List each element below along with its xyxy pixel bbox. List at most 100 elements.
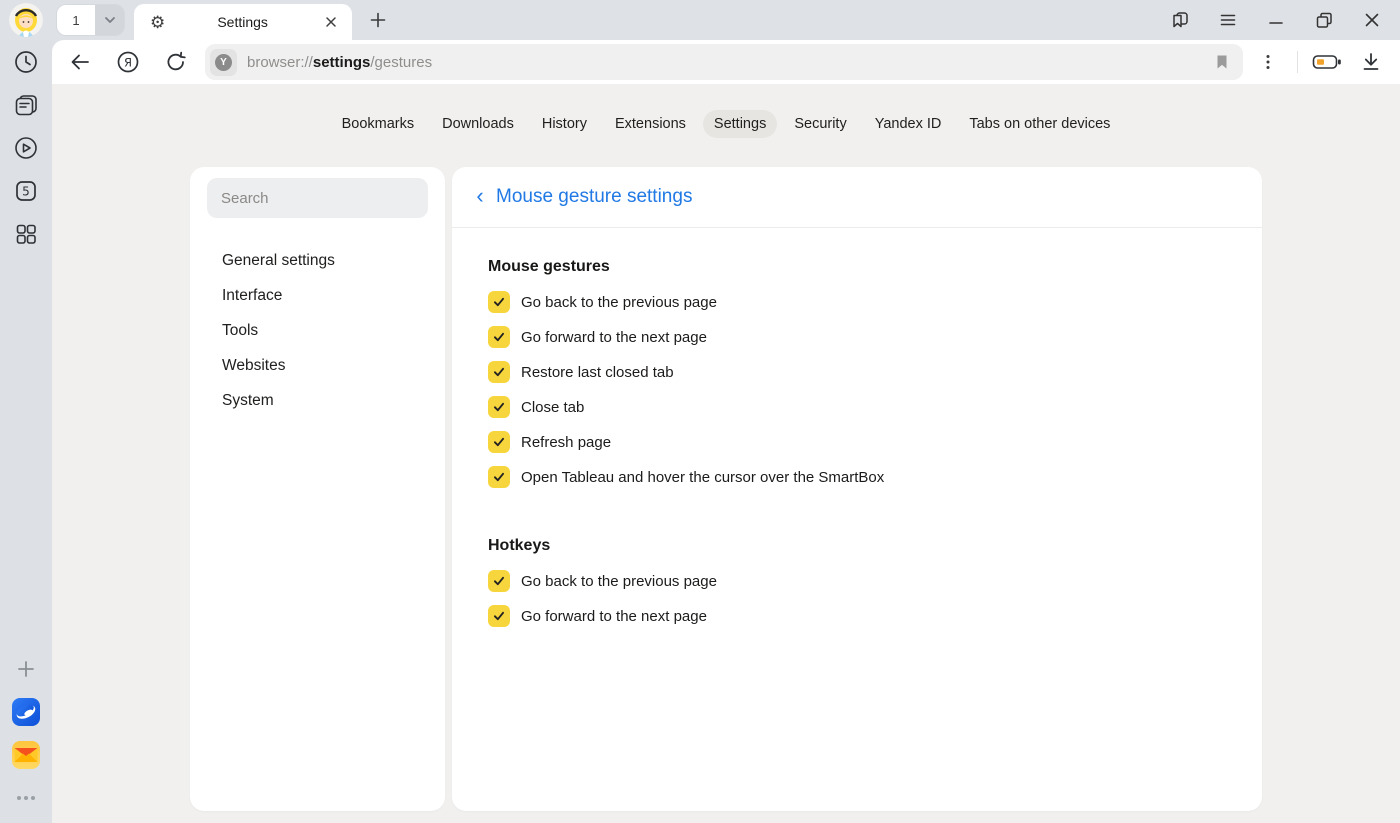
page-title: Mouse gesture settings xyxy=(496,186,692,208)
settings-page: Bookmarks Downloads History Extensions S… xyxy=(52,84,1400,823)
search-input[interactable] xyxy=(207,178,428,218)
url-text: browser://settings/gestures xyxy=(247,54,1213,71)
check-icon xyxy=(492,295,506,309)
feed-cards-icon xyxy=(13,92,39,118)
bookmarks-panel-icon xyxy=(1169,9,1191,31)
nav-tab-history[interactable]: History xyxy=(531,110,598,138)
clock-icon xyxy=(13,49,39,75)
address-bar[interactable]: Y browser://settings/gestures xyxy=(205,44,1243,80)
avatar-girl-icon xyxy=(9,3,43,37)
tab-count-button[interactable]: 1 xyxy=(57,5,95,35)
check-icon xyxy=(492,365,506,379)
url-host: settings xyxy=(313,54,371,71)
gesture-row-close-tab[interactable]: Close tab xyxy=(488,396,1226,418)
yandex-ya-circle-icon: Я xyxy=(116,50,140,74)
video-button[interactable] xyxy=(11,133,41,163)
check-icon xyxy=(492,470,506,484)
gesture-row-go-back[interactable]: Go back to the previous page xyxy=(488,291,1226,313)
settings-nav-tabs: Bookmarks Downloads History Extensions S… xyxy=(52,110,1400,138)
tab-counter-icon: 5 xyxy=(13,178,39,204)
nav-tab-bookmarks[interactable]: Bookmarks xyxy=(331,110,426,138)
browser-tab-settings[interactable]: ⚙ Settings xyxy=(134,4,352,40)
maximize-button[interactable] xyxy=(1308,4,1340,36)
sidebar-item-system[interactable]: System xyxy=(207,384,428,419)
checkbox-checked[interactable] xyxy=(488,466,510,488)
new-tab-button[interactable] xyxy=(364,6,392,34)
checkbox-label: Go forward to the next page xyxy=(521,608,707,625)
nav-tab-extensions[interactable]: Extensions xyxy=(604,110,697,138)
nav-tab-settings[interactable]: Settings xyxy=(703,110,777,138)
checkbox-checked[interactable] xyxy=(488,361,510,383)
yandex-search-button[interactable]: Я xyxy=(113,47,143,77)
checkbox-label: Go forward to the next page xyxy=(521,329,707,346)
downloads-button[interactable] xyxy=(1356,47,1386,77)
checkbox-checked[interactable] xyxy=(488,326,510,348)
battery-saver-button[interactable] xyxy=(1312,47,1342,77)
tabs-button[interactable]: 5 xyxy=(11,176,41,206)
sidebar-item-general-settings[interactable]: General settings xyxy=(207,244,428,279)
close-window-button[interactable] xyxy=(1356,4,1388,36)
ellipsis-icon xyxy=(15,794,37,802)
tab-close-button[interactable] xyxy=(320,11,342,33)
site-badge: Y xyxy=(210,49,237,76)
checkbox-label: Go back to the previous page xyxy=(521,573,717,590)
browser-menu-button[interactable] xyxy=(1212,4,1244,36)
checkbox-label: Open Tableau and hover the cursor over t… xyxy=(521,469,884,486)
svg-text:5: 5 xyxy=(22,185,30,199)
sidebar-item-interface[interactable]: Interface xyxy=(207,279,428,314)
hotkey-row-go-back[interactable]: Go back to the previous page xyxy=(488,570,1226,592)
bookmark-page-button[interactable] xyxy=(1213,53,1231,71)
tab-group-pill: 1 xyxy=(57,5,124,35)
more-panels-button[interactable] xyxy=(11,783,41,813)
page-actions-button[interactable] xyxy=(1253,47,1283,77)
checkbox-label: Refresh page xyxy=(521,434,611,451)
svg-text:Я: Я xyxy=(124,55,132,69)
yandex-mail-app-button[interactable] xyxy=(11,740,41,770)
tab-list-chevron-button[interactable] xyxy=(95,5,124,35)
profile-avatar[interactable] xyxy=(9,3,43,37)
gesture-row-go-forward[interactable]: Go forward to the next page xyxy=(488,326,1226,348)
back-to-settings-button[interactable]: ‹ xyxy=(468,185,492,209)
nav-tab-yandex-id[interactable]: Yandex ID xyxy=(864,110,953,138)
checkbox-checked[interactable] xyxy=(488,431,510,453)
gesture-row-open-tableau[interactable]: Open Tableau and hover the cursor over t… xyxy=(488,466,1226,488)
nav-tab-other-devices[interactable]: Tabs on other devices xyxy=(958,110,1121,138)
mouse-gestures-panel: ‹ Mouse gesture settings Mouse gestures … xyxy=(452,167,1262,811)
hamburger-menu-icon xyxy=(1218,10,1238,30)
play-circle-icon xyxy=(13,135,39,161)
back-button[interactable] xyxy=(65,47,95,77)
yandex-browser-app-button[interactable] xyxy=(11,697,41,727)
reload-button[interactable] xyxy=(161,47,191,77)
checkbox-checked[interactable] xyxy=(488,605,510,627)
minimize-button[interactable] xyxy=(1260,4,1292,36)
gesture-row-restore-tab[interactable]: Restore last closed tab xyxy=(488,361,1226,383)
sidebar-item-tools[interactable]: Tools xyxy=(207,314,428,349)
bookmarks-panel-button[interactable] xyxy=(1164,4,1196,36)
nav-tab-security[interactable]: Security xyxy=(783,110,857,138)
left-rail: 5 xyxy=(0,40,52,823)
settings-sidebar: General settings Interface Tools Website… xyxy=(190,167,445,811)
checkbox-checked[interactable] xyxy=(488,291,510,313)
nav-tab-downloads[interactable]: Downloads xyxy=(431,110,525,138)
minimize-icon xyxy=(1266,10,1286,30)
check-icon xyxy=(492,574,506,588)
checkbox-label: Restore last closed tab xyxy=(521,364,674,381)
checkbox-checked[interactable] xyxy=(488,570,510,592)
gesture-row-refresh-page[interactable]: Refresh page xyxy=(488,431,1226,453)
history-button[interactable] xyxy=(11,47,41,77)
url-scheme: browser:// xyxy=(247,54,313,71)
add-panel-button[interactable] xyxy=(11,654,41,684)
hotkey-row-go-forward[interactable]: Go forward to the next page xyxy=(488,605,1226,627)
sidebar-item-websites[interactable]: Websites xyxy=(207,349,428,384)
yandex-browser-logo-icon xyxy=(11,697,41,727)
feed-button[interactable] xyxy=(11,90,41,120)
check-icon xyxy=(492,609,506,623)
chevron-down-icon xyxy=(103,13,117,27)
checkbox-label: Go back to the previous page xyxy=(521,294,717,311)
checkbox-checked[interactable] xyxy=(488,396,510,418)
browser-logo-icon: Y xyxy=(215,54,232,71)
services-button[interactable] xyxy=(11,219,41,249)
bookmark-icon xyxy=(1213,53,1231,71)
check-icon xyxy=(492,400,506,414)
restore-window-icon xyxy=(1314,10,1334,30)
